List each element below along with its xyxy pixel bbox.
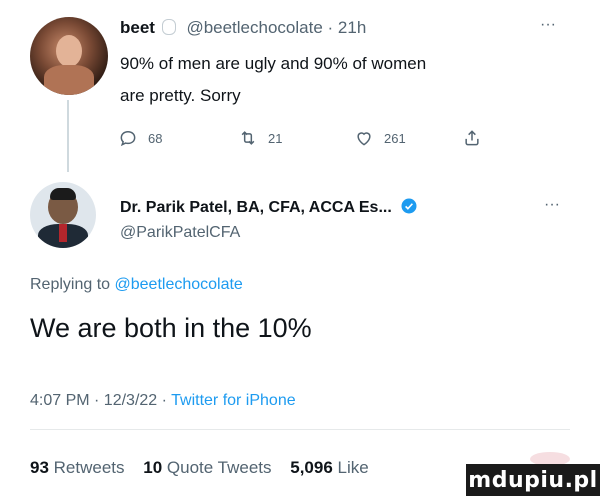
like-count: 261 xyxy=(384,130,406,146)
stat-retweets[interactable]: 93 Retweets xyxy=(30,458,129,477)
retweet-icon xyxy=(241,131,255,145)
more-icon[interactable]: ··· xyxy=(540,16,556,34)
replying-prefix: Replying to xyxy=(30,276,111,293)
share-button[interactable] xyxy=(462,128,482,148)
replying-to: Replying to @beetlechocolate xyxy=(30,276,243,294)
watermark-logo: mdupiu.pl xyxy=(466,464,600,496)
display-name[interactable]: beet xyxy=(120,18,155,37)
like-button[interactable]: 261 xyxy=(354,128,406,148)
display-name[interactable]: Dr. Parik Patel, BA, CFA, ACCA Es... xyxy=(120,199,392,216)
tweet-meta: 4:07 PM · 12/3/22 · Twitter for iPhone xyxy=(30,392,296,410)
tweet-stats: 93 Retweets 10 Quote Tweets 5,096 Like xyxy=(30,458,369,478)
retweet-count: 21 xyxy=(268,130,283,146)
tweet-text-line: are pretty. Sorry xyxy=(120,86,241,105)
tweet-timestamp[interactable]: 4:07 PM · 12/3/22 · xyxy=(30,392,167,409)
reply-count: 68 xyxy=(148,130,163,146)
stat-quote-tweets[interactable]: 10 Quote Tweets xyxy=(143,458,276,477)
stat-likes[interactable]: 5,096 Like xyxy=(290,458,368,477)
tweet-source-link[interactable]: Twitter for iPhone xyxy=(171,392,296,409)
more-icon[interactable]: ··· xyxy=(544,196,560,214)
divider xyxy=(30,429,570,430)
tweet2-header: Dr. Parik Patel, BA, CFA, ACCA Es... xyxy=(120,197,418,217)
tweet1-header: beet @beetlechocolate · 21h xyxy=(120,18,366,38)
thread-line xyxy=(67,100,69,172)
like-icon xyxy=(357,132,371,146)
tweet-text-line: 90% of men are ugly and 90% of women xyxy=(120,54,427,73)
tweet-time[interactable]: · 21h xyxy=(328,18,367,37)
replying-handle-link[interactable]: @beetlechocolate xyxy=(115,276,243,293)
reply-icon xyxy=(120,130,136,147)
user-handle[interactable]: @beetlechocolate xyxy=(186,18,322,37)
verified-badge-icon xyxy=(401,198,417,214)
avatar-beetlechocolate[interactable] xyxy=(30,17,108,95)
tweet1-text: 90% of men are ugly and 90% of women are… xyxy=(120,48,426,112)
share-icon xyxy=(465,130,479,146)
name-emoji-icon xyxy=(161,19,176,35)
avatar-parikpatelcfa[interactable] xyxy=(30,182,96,248)
tweet2-text: We are both in the 10% xyxy=(30,313,312,343)
user-handle[interactable]: @ParikPatelCFA xyxy=(120,224,240,242)
reply-button[interactable]: 68 xyxy=(118,128,162,148)
retweet-button[interactable]: 21 xyxy=(238,128,282,148)
